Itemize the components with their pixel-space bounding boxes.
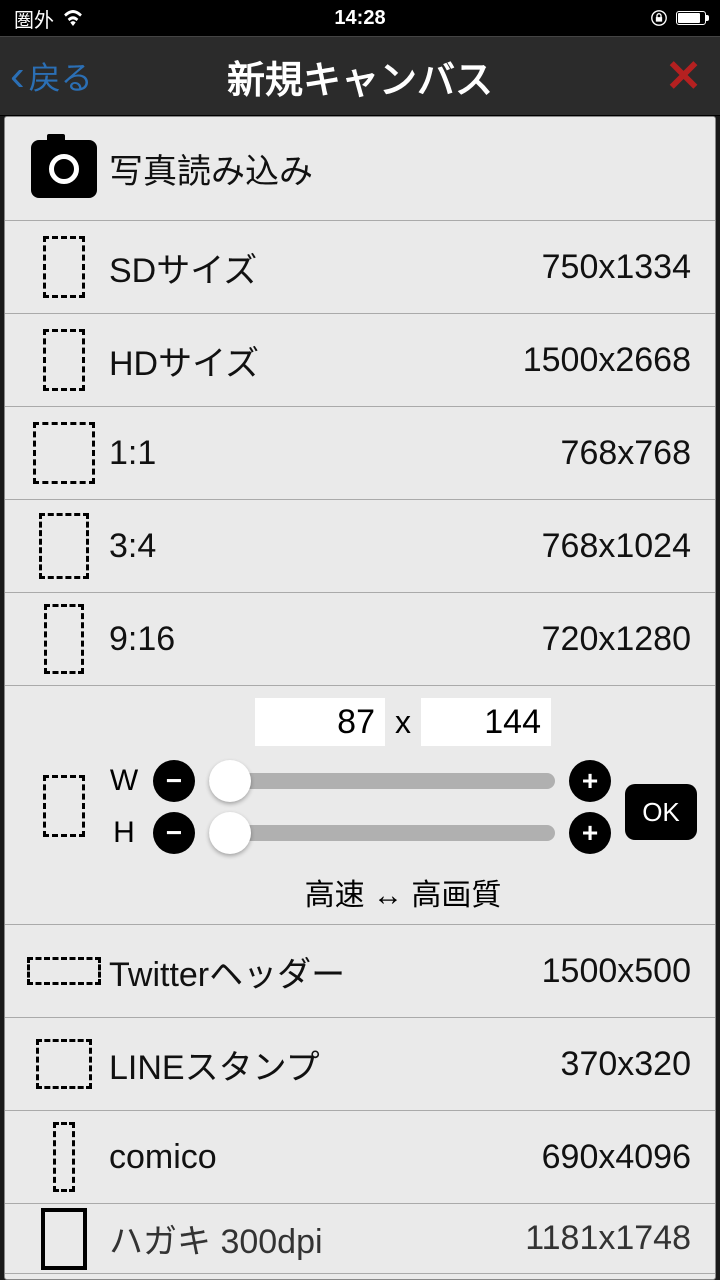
close-icon: ✕ — [665, 52, 702, 101]
preset-row[interactable]: ハガキ 300dpi1181x1748 — [5, 1204, 715, 1274]
custom-size-section: 87 x 144 W − + H − + — [5, 686, 715, 925]
preset-label: LINEスタンプ — [109, 1040, 561, 1089]
nav-bar: ‹ 戻る 新規キャンバス ✕ — [0, 36, 720, 116]
height-minus-button[interactable]: − — [153, 812, 195, 854]
height-input[interactable]: 144 — [421, 698, 551, 746]
close-button[interactable]: ✕ — [665, 51, 702, 102]
preset-size: 768x768 — [561, 434, 691, 473]
preset-label: comico — [109, 1138, 542, 1177]
width-plus-button[interactable]: + — [569, 760, 611, 802]
height-plus-button[interactable]: + — [569, 812, 611, 854]
preset-row[interactable]: Twitterヘッダー1500x500 — [5, 925, 715, 1018]
height-slider[interactable] — [209, 825, 555, 841]
preset-size: 1500x2668 — [523, 341, 691, 380]
preset-size: 690x4096 — [542, 1138, 691, 1177]
preset-label: SDサイズ — [109, 243, 542, 292]
preset-label: 3:4 — [109, 527, 542, 566]
preset-row[interactable]: SDサイズ750x1334 — [5, 221, 715, 314]
height-label: H — [109, 816, 139, 850]
back-button[interactable]: ‹ 戻る — [0, 53, 93, 99]
photo-import-row[interactable]: 写真読み込み — [5, 117, 715, 221]
preset-shape-icon — [43, 236, 85, 298]
preset-label: ハガキ 300dpi — [109, 1214, 525, 1263]
clock-text: 14:28 — [334, 7, 385, 30]
preset-size: 1181x1748 — [525, 1219, 691, 1258]
preset-shape-icon — [33, 422, 95, 484]
custom-preview-icon — [43, 775, 85, 837]
back-label: 戻る — [29, 53, 93, 99]
preset-size: 768x1024 — [542, 527, 691, 566]
preset-label: 1:1 — [109, 434, 561, 473]
preset-shape-icon — [41, 1208, 87, 1270]
photo-import-label: 写真読み込み — [109, 144, 691, 193]
battery-icon — [676, 11, 706, 25]
preset-shape-icon — [27, 957, 101, 985]
page-title: 新規キャンバス — [227, 60, 493, 102]
preset-row[interactable]: comico690x4096 — [5, 1111, 715, 1204]
quality-hint: 高速 ↔ 高画質 — [109, 870, 697, 914]
preset-size: 750x1334 — [542, 248, 691, 287]
carrier-text: 圏外 — [14, 4, 54, 33]
preset-row[interactable]: LINEスタンプ370x320 — [5, 1018, 715, 1111]
preset-row[interactable]: 9:16720x1280 — [5, 593, 715, 686]
preset-size: 370x320 — [561, 1045, 691, 1084]
canvas-preset-list: 写真読み込み SDサイズ750x1334HDサイズ1500x26681:1768… — [4, 116, 716, 1280]
camera-icon — [31, 140, 97, 198]
status-bar: 圏外 14:28 — [0, 0, 720, 36]
preset-label: 9:16 — [109, 620, 542, 659]
preset-row[interactable]: 3:4768x1024 — [5, 500, 715, 593]
preset-size: 1500x500 — [542, 952, 691, 991]
width-label: W — [109, 764, 139, 798]
width-input[interactable]: 87 — [255, 698, 385, 746]
preset-row[interactable]: HDサイズ1500x2668 — [5, 314, 715, 407]
preset-row[interactable]: 1:1768x768 — [5, 407, 715, 500]
width-minus-button[interactable]: − — [153, 760, 195, 802]
preset-shape-icon — [53, 1122, 75, 1192]
ok-button[interactable]: OK — [625, 784, 697, 840]
preset-size: 720x1280 — [542, 620, 691, 659]
chevron-left-icon: ‹ — [10, 54, 25, 98]
width-slider[interactable] — [209, 773, 555, 789]
preset-shape-icon — [39, 513, 89, 579]
preset-shape-icon — [44, 604, 84, 674]
wifi-icon — [62, 10, 84, 26]
preset-shape-icon — [43, 329, 85, 391]
preset-label: Twitterヘッダー — [109, 947, 542, 996]
preset-label: HDサイズ — [109, 336, 523, 385]
dimension-x: x — [395, 704, 411, 741]
orientation-lock-icon — [650, 9, 668, 27]
preset-shape-icon — [36, 1039, 92, 1089]
